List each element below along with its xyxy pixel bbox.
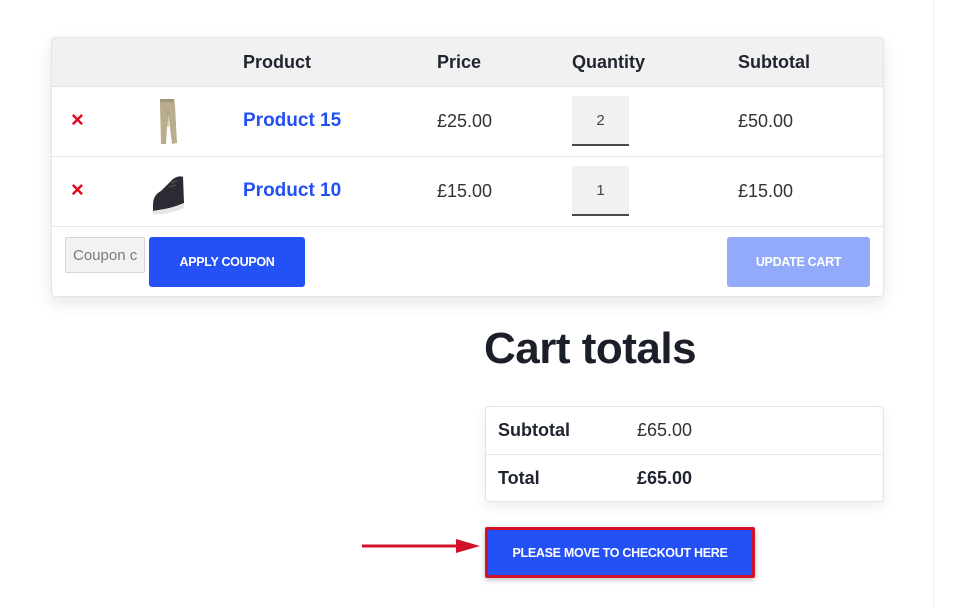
item-subtotal: £50.00 [738,111,794,131]
remove-item-icon[interactable]: × [71,109,84,131]
coupon-code-input[interactable]: Coupon c [65,237,145,273]
apply-coupon-button[interactable]: APPLY COUPON [149,237,305,287]
cart-totals-heading: Cart totals [484,324,697,373]
proceed-to-checkout-button[interactable]: PLEASE MOVE TO CHECKOUT HERE [485,527,755,578]
cart-actions: Coupon c APPLY COUPON UPDATE CART [52,227,883,296]
product-link[interactable]: Product 10 [243,180,341,202]
annotation-arrow-icon [362,539,480,553]
item-price: £15.00 [437,181,493,201]
trousers-thumbnail[interactable] [151,97,185,147]
table-row: × Product 10 £15.00 1 £15.00 [52,157,883,227]
header-quantity: Quantity [572,52,646,72]
total-label: Total [498,468,540,488]
cart-table: Product Price Quantity Subtotal × Produc… [51,37,884,297]
shoe-thumbnail[interactable] [151,167,185,217]
cart-totals-table: Subtotal £65.00 Total £65.00 [485,406,884,502]
subtotal-label: Subtotal [498,420,570,440]
item-price: £25.00 [437,111,493,131]
cart-table-header: Product Price Quantity Subtotal [52,38,883,87]
subtotal-value: £65.00 [637,420,693,440]
item-subtotal: £15.00 [738,181,794,201]
totals-row-total: Total £65.00 [486,455,883,503]
header-subtotal: Subtotal [738,52,810,72]
quantity-input[interactable]: 1 [572,166,629,216]
remove-item-icon[interactable]: × [71,179,84,201]
page-divider [933,0,934,606]
header-price: Price [437,52,482,72]
total-value: £65.00 [637,468,693,488]
update-cart-button[interactable]: UPDATE CART [727,237,870,287]
product-link[interactable]: Product 15 [243,110,341,132]
totals-row-subtotal: Subtotal £65.00 [486,407,883,455]
header-product: Product [243,52,312,72]
quantity-input[interactable]: 2 [572,96,629,146]
table-row: × Product 15 £25.00 2 £50.00 [52,87,883,157]
